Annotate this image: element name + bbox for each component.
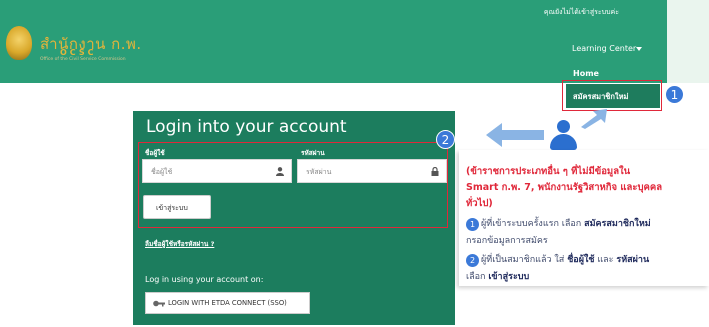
register-highlight-box bbox=[562, 80, 662, 111]
form-highlight-box bbox=[138, 142, 448, 228]
step-two-icon: 2 bbox=[466, 254, 479, 267]
step2-bold-password: รหัสผ่าน bbox=[616, 255, 650, 265]
person-icon bbox=[548, 120, 578, 150]
alt-login-text: Log in using your account on: bbox=[145, 275, 264, 284]
emblem-icon bbox=[6, 26, 32, 60]
learning-center-menu[interactable]: Learning Center bbox=[572, 44, 636, 53]
step2-bold-username: ชื่อผู้ใช้ bbox=[567, 255, 595, 265]
step2-cont: เลือก bbox=[466, 272, 486, 282]
arrow-up-icon bbox=[581, 109, 607, 129]
step2-and: และ bbox=[597, 255, 614, 265]
step1-text: ผู้ที่เข้าระบบครั้งแรก เลือก bbox=[481, 219, 582, 229]
forgot-password-link[interactable]: ลืมชื่อผู้ใช้หรือรหัสผ่าน ? bbox=[145, 239, 214, 249]
login-status-text: คุณยังไม่ได้เข้าสู่ระบบค่ะ bbox=[543, 8, 619, 16]
login-panel: Login into your account ชื่อผู้ใช้ ชื่อผ… bbox=[133, 111, 455, 325]
info-step1: 1 ผู้ที่เข้าระบบครั้งแรก เลือก สมัครสมาชิ… bbox=[466, 216, 651, 231]
info-note-line2: Smart ก.พ. 7, พนักงานรัฐวิสาหกิจ และบุคค… bbox=[466, 182, 663, 193]
step2-text: ผู้ที่เป็นสมาชิกแล้ว ใส่ bbox=[481, 255, 565, 265]
key-icon bbox=[153, 300, 165, 307]
etda-login-button[interactable]: LOGIN WITH ETDA CONNECT (SSO) bbox=[145, 292, 310, 314]
header-edge bbox=[667, 0, 709, 83]
page: คุณยังไม่ได้เข้าสู่ระบบค่ะ สำนักงาน ก.พ.… bbox=[0, 0, 709, 327]
step2-bold-login: เข้าสู่ระบบ bbox=[488, 272, 530, 282]
info-step1-cont: กรอกข้อมูลการสมัคร bbox=[466, 236, 548, 246]
info-note-line3: ทั่วไป) bbox=[466, 198, 493, 209]
brand-tagline: Office of the Civil Service Commission bbox=[40, 57, 126, 62]
info-step2-cont: เลือก เข้าสู่ระบบ bbox=[466, 269, 529, 283]
arrow-left-icon bbox=[486, 123, 544, 147]
step-badge-one: 1 bbox=[665, 85, 684, 104]
info-note-line1: (ข้าราชการประเภทอื่น ๆ ที่ไม่มีข้อมูลใน bbox=[466, 166, 631, 177]
step1-bold: สมัครสมาชิกใหม่ bbox=[584, 219, 651, 229]
dropdown-item-label: Home bbox=[573, 69, 599, 78]
step-one-icon: 1 bbox=[466, 218, 479, 231]
info-box: (ข้าราชการประเภทอื่น ๆ ที่ไม่มีข้อมูลใน … bbox=[459, 150, 709, 286]
login-title: Login into your account bbox=[146, 117, 347, 137]
info-step2: 2 ผู้ที่เป็นสมาชิกแล้ว ใส่ ชื่อผู้ใช้ และ… bbox=[466, 252, 649, 267]
caret-down-icon[interactable] bbox=[636, 47, 642, 51]
step-badge-two: 2 bbox=[436, 130, 455, 149]
brand-abbr: OCSC bbox=[60, 48, 97, 57]
etda-login-label: LOGIN WITH ETDA CONNECT (SSO) bbox=[168, 299, 287, 307]
